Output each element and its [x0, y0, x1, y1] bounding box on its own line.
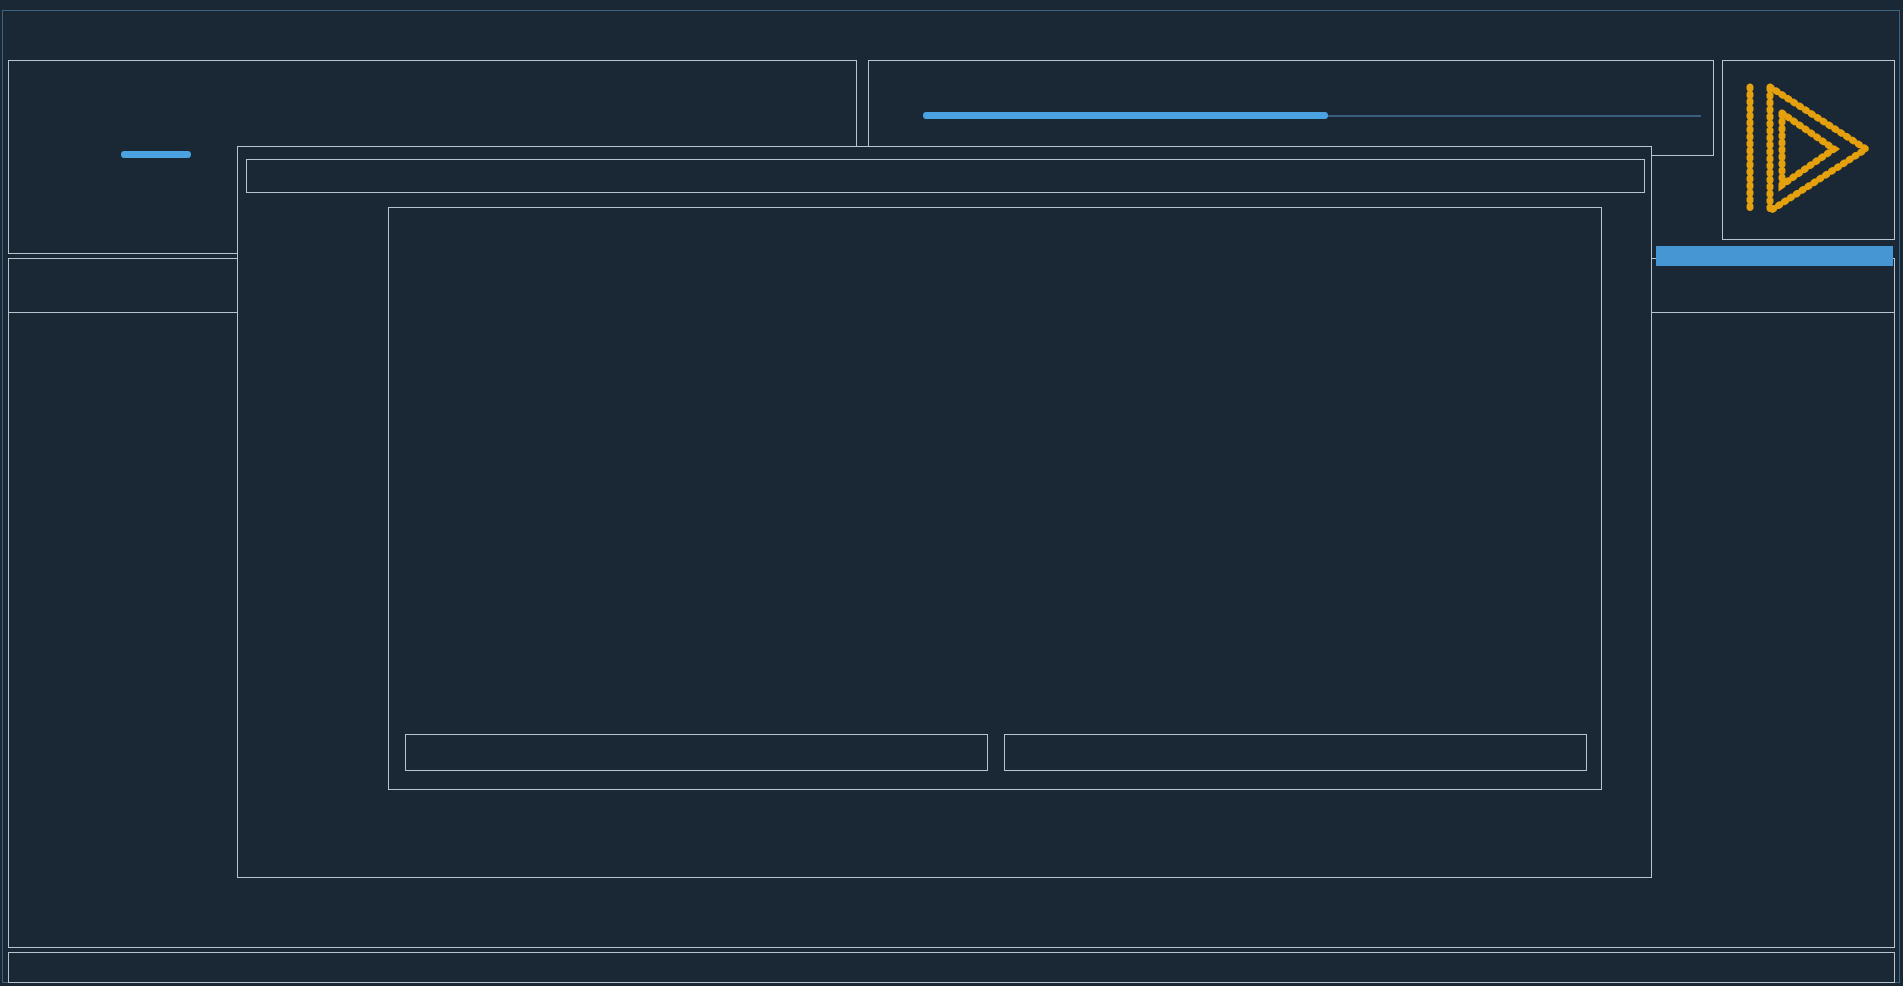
managarr-logo-icon [1734, 79, 1884, 219]
cancel-button[interactable] [1004, 734, 1587, 771]
disk-usage-bar [121, 151, 191, 158]
add-movie-modal [388, 207, 1602, 790]
footer-keybar [8, 952, 1895, 983]
download-progress-bar [923, 112, 1328, 119]
add-movie-form [389, 208, 1601, 789]
add-button[interactable] [405, 734, 988, 771]
logo-panel [1722, 60, 1895, 240]
app-root [0, 0, 1903, 986]
downloads-panel [868, 60, 1714, 156]
selected-result-row-fragment [1656, 246, 1893, 266]
